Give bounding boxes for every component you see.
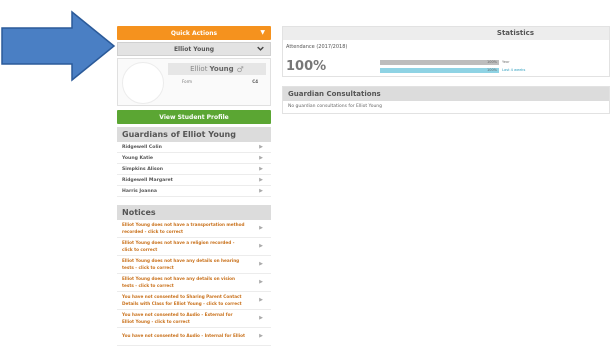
student-select-value: Elliot Young: [173, 45, 215, 53]
guardian-item[interactable]: Harris Joanna ▶: [117, 186, 271, 197]
notice-text: Elliot Young does not have a transportat…: [122, 222, 245, 234]
arrow-right-icon: ▶: [259, 242, 263, 249]
guardians-list: Ridgewell Colin ▶ Young Katie ▶ Simpkins A…: [117, 142, 271, 197]
notice-item[interactable]: You have not consented to Audio - Intern…: [117, 328, 271, 346]
notice-text: Elliot Young does not have any details o…: [122, 276, 236, 288]
notice-text: You have not consented to Audio - Extern…: [122, 312, 233, 324]
guardian-name: Harris Joanna: [122, 188, 157, 194]
notice-item[interactable]: Elliot Young does not have a transportat…: [117, 220, 271, 238]
guardian-name: Ridgewell Colin: [122, 144, 162, 150]
notice-item[interactable]: Elliot Young does not have any details o…: [117, 256, 271, 274]
left-panel: Quick Actions ▼ Elliot Young Elliot Youn…: [117, 26, 271, 346]
attendance-label: Attendance (2017/2018): [286, 44, 348, 50]
notice-item[interactable]: You have not consented to Audio - Extern…: [117, 310, 271, 328]
guardian-item[interactable]: Young Katie ▶: [117, 153, 271, 164]
profile-field-label: Form: [182, 79, 193, 84]
notice-item[interactable]: Elliot Young does not have any details o…: [117, 274, 271, 292]
bar-fill: [380, 67, 499, 73]
profile-card: Elliot Young ♂ Form C4: [117, 58, 271, 106]
attendance-year-bar: 100% Year: [380, 59, 510, 65]
notice-item[interactable]: Elliot Young does not have a religion re…: [117, 238, 271, 256]
guardian-item[interactable]: Simpkins Alison ▶: [117, 164, 271, 175]
student-select[interactable]: Elliot Young: [117, 42, 271, 56]
profile-form-row: Form C4: [168, 79, 266, 84]
bar-value: 100%: [486, 59, 497, 64]
notice-text: You have not consented to Audio - Intern…: [122, 333, 246, 339]
bar-caption: Last 4 weeks: [502, 68, 526, 72]
arrow-right-icon: ▶: [259, 166, 263, 172]
quick-actions-button[interactable]: Quick Actions ▼: [117, 26, 271, 40]
quick-actions-label: Quick Actions: [170, 29, 218, 37]
caret-down-icon: ▼: [260, 29, 265, 36]
arrow-right-icon: ▶: [259, 188, 263, 194]
guardian-consultations-heading: Guardian Consultations: [283, 87, 609, 101]
attendance-last4weeks-bar: 100% Last 4 weeks: [380, 67, 525, 73]
statistics-panel: Statistics Attendance (2017/2018) 100% 1…: [282, 26, 610, 77]
guardian-item[interactable]: Ridgewell Margaret ▶: [117, 175, 271, 186]
arrow-right-icon: ▶: [259, 144, 263, 150]
statistics-title: Statistics: [283, 27, 609, 40]
bar-caption: Year: [502, 60, 510, 64]
notices-heading: Notices: [117, 205, 271, 220]
guardian-name: Young Katie: [122, 155, 154, 161]
guardian-item[interactable]: Ridgewell Colin ▶: [117, 142, 271, 153]
guardian-name: Simpkins Alison: [122, 166, 164, 172]
profile-family-name: Young: [209, 65, 234, 73]
bar-track: 100%: [380, 59, 499, 65]
bar-value: 100%: [486, 67, 497, 72]
notices-list: Elliot Young does not have a transportat…: [117, 220, 271, 346]
view-student-profile-button[interactable]: View Student Profile: [117, 110, 271, 124]
arrow-right-icon: ▶: [259, 296, 263, 303]
profile-name: Elliot Young ♂: [168, 63, 266, 75]
guardian-consultations-empty: No guardian consultations for Elliot You…: [288, 104, 383, 109]
notice-text: You have not consented to Sharing Parent…: [122, 294, 242, 306]
notice-text: Elliot Young does not have any details o…: [122, 258, 240, 270]
male-icon: ♂: [236, 64, 244, 74]
arrow-right-icon: ▶: [259, 314, 263, 321]
guardian-name: Ridgewell Margaret: [122, 177, 173, 183]
notice-text: Elliot Young does not have a religion re…: [122, 240, 235, 252]
avatar: [122, 62, 164, 104]
arrow-right-icon: ▶: [259, 278, 263, 285]
arrow-right-icon: ▶: [259, 260, 263, 267]
arrow-right-icon: [1, 10, 116, 82]
guardians-heading: Guardians of Elliot Young: [117, 127, 271, 142]
bar-track: 100%: [380, 67, 499, 73]
bar-fill: [380, 59, 499, 65]
attendance-percent: 100%: [286, 59, 327, 74]
profile-given-name: Elliot: [190, 65, 208, 73]
profile-field-value: C4: [252, 79, 258, 84]
guardian-consultations-panel: Guardian Consultations No guardian consu…: [282, 86, 610, 114]
arrow-right-icon: ▶: [259, 332, 263, 339]
arrow-right-icon: ▶: [259, 224, 263, 231]
arrow-right-icon: ▶: [259, 177, 263, 183]
chevron-down-icon: [257, 45, 264, 54]
notice-item[interactable]: You have not consented to Sharing Parent…: [117, 292, 271, 310]
arrow-right-icon: ▶: [259, 155, 263, 161]
